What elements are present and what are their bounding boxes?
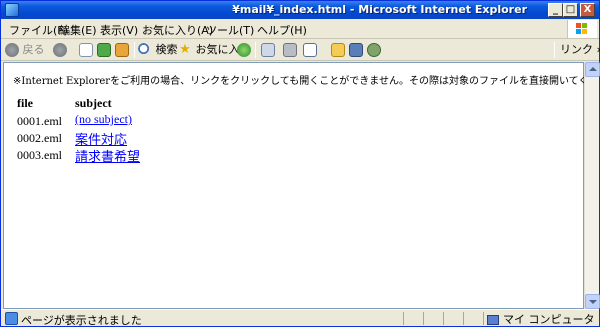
menu-bar: ファイル(F) 編集(E) 表示(V) お気に入り(A) ツール(T) ヘルプ(… (1, 19, 599, 39)
media-icon (237, 43, 251, 57)
edit-icon (303, 43, 317, 57)
home-icon (115, 43, 129, 57)
header-file: file (17, 96, 33, 110)
browser-window: ¥mail¥_index.html - Microsoft Internet E… (0, 0, 600, 327)
search-icon (138, 43, 152, 57)
status-text: ページが表示されました (21, 314, 142, 327)
home-button[interactable] (115, 42, 129, 58)
discuss-icon (331, 43, 345, 57)
page-content: ※Internet Explorerをご利用の場合、リンクをクリックしても開くこ… (3, 62, 600, 309)
table-row: 0003.eml 請求書希望 (17, 146, 217, 165)
stop-icon (79, 43, 93, 57)
back-button[interactable]: 戻る (5, 42, 45, 58)
subject-link[interactable]: 請求書希望 (75, 146, 140, 165)
menu-edit[interactable]: 編集(E) (59, 22, 97, 38)
refresh-icon (97, 43, 111, 57)
ie-icon (5, 3, 19, 17)
arrow-up-icon (589, 67, 597, 71)
search-button[interactable]: 検索 (138, 42, 178, 58)
back-icon (5, 43, 19, 57)
links-button[interactable]: リンク » (560, 42, 600, 58)
header-subject: subject (75, 96, 112, 110)
search-label: 検索 (155, 43, 178, 56)
status-cell (463, 312, 483, 325)
research-button[interactable] (349, 42, 363, 58)
minimize-button[interactable]: _ (548, 3, 563, 17)
toolbar-separator (554, 42, 555, 58)
mail-icon (261, 43, 275, 57)
scroll-down-button[interactable] (585, 294, 600, 309)
scroll-up-button[interactable] (585, 62, 600, 77)
subject-link[interactable]: (no subject) (75, 112, 132, 127)
toolbar: 戻る 検索 ★ お気に入り リンク » (1, 39, 600, 61)
window-title: ¥mail¥_index.html - Microsoft Internet E… (232, 3, 527, 16)
discuss-button[interactable] (331, 42, 345, 58)
print-icon (283, 43, 297, 57)
messenger-button[interactable] (367, 42, 381, 58)
vertical-scrollbar[interactable] (584, 62, 600, 309)
messenger-icon (367, 43, 381, 57)
status-bar: ページが表示されました マイ コンピュータ (1, 309, 599, 327)
security-zone: マイ コンピュータ (487, 311, 595, 327)
menu-favorites[interactable]: お気に入り(A) (142, 22, 213, 38)
title-bar[interactable]: ¥mail¥_index.html - Microsoft Internet E… (1, 1, 599, 19)
status-cell (423, 312, 443, 325)
media-button[interactable] (237, 42, 251, 58)
edit-button[interactable] (303, 42, 317, 58)
history-button[interactable] (261, 42, 275, 58)
print-button[interactable] (283, 42, 297, 58)
table-row: 0001.eml (no subject) (17, 112, 217, 129)
forward-button[interactable] (53, 42, 67, 58)
maximize-button[interactable]: □ (563, 3, 578, 17)
forward-icon (53, 43, 67, 57)
ie-notice: ※Internet Explorerをご利用の場合、リンクをクリックしても開くこ… (13, 76, 600, 87)
research-icon (349, 43, 363, 57)
toolbar-separator (134, 42, 135, 58)
computer-icon (487, 315, 499, 325)
refresh-button[interactable] (97, 42, 111, 58)
windows-flag-icon (576, 23, 588, 35)
status-cell (403, 312, 423, 325)
page-done-icon (5, 312, 18, 325)
windows-logo (567, 20, 597, 38)
menu-tools[interactable]: ツール(T) (206, 22, 254, 38)
status-cell (443, 312, 463, 325)
file-name: 0002.eml (17, 131, 62, 145)
file-name: 0001.eml (17, 114, 62, 128)
stop-button[interactable] (79, 42, 93, 58)
zone-label: マイ コンピュータ (503, 313, 595, 326)
file-name: 0003.eml (17, 148, 62, 162)
menu-help[interactable]: ヘルプ(H) (257, 22, 307, 38)
toolbar-separator (255, 42, 256, 58)
table-row: 0002.eml 案件対応 (17, 129, 217, 147)
back-label: 戻る (22, 43, 45, 56)
arrow-down-icon (589, 300, 597, 304)
favorites-icon: ★ (179, 42, 191, 57)
menu-view[interactable]: 表示(V) (100, 22, 138, 38)
close-button[interactable]: X (580, 3, 595, 17)
